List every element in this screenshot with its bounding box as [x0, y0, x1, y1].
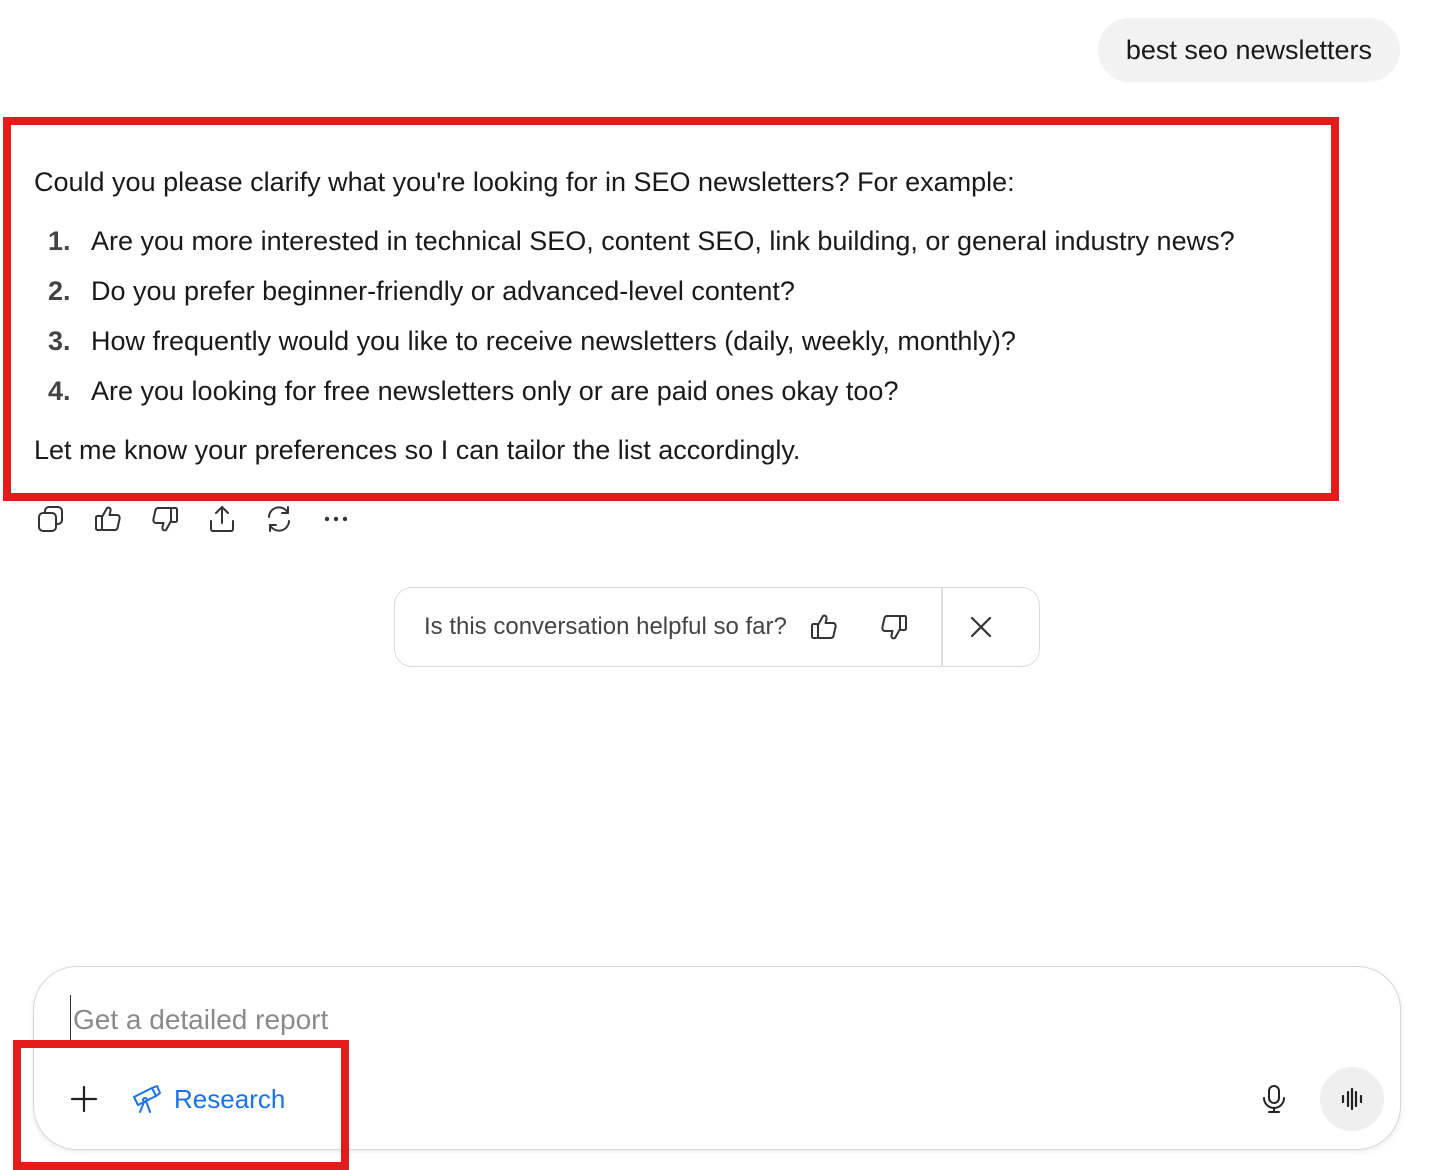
feedback-thumbs-down-button[interactable]	[874, 607, 914, 647]
thumbs-up-button[interactable]	[91, 502, 125, 536]
answer-intro: Could you please clarify what you're loo…	[34, 167, 1015, 197]
copy-button[interactable]	[34, 502, 68, 536]
close-icon	[970, 616, 991, 638]
more-options-button[interactable]	[319, 502, 353, 536]
feedback-question: Is this conversation helpful so far?	[424, 613, 787, 640]
list-item-number: 2.	[48, 276, 71, 306]
share-icon	[210, 506, 234, 532]
microphone-icon	[1263, 1085, 1285, 1113]
list-item: 4. Are you looking for free newsletters …	[34, 366, 1324, 416]
regenerate-icon	[268, 506, 290, 532]
list-item-number: 4.	[48, 376, 71, 406]
thumbs-down-button[interactable]	[148, 502, 182, 536]
list-item: 3. How frequently would you like to rece…	[34, 316, 1324, 366]
user-message-text: best seo newsletters	[1125, 35, 1372, 65]
question-list: 1. Are you more interested in technical …	[34, 216, 1324, 416]
list-item-text: Are you more interested in technical SEO…	[91, 226, 1235, 256]
message-input[interactable]	[70, 995, 1275, 1045]
list-item-number: 3.	[48, 326, 71, 356]
answer-outro: Let me know your preferences so I can ta…	[34, 435, 801, 465]
list-item-text: Are you looking for free newsletters onl…	[91, 376, 899, 406]
message-action-bar	[34, 502, 353, 536]
feedback-divider	[941, 587, 943, 667]
copy-icon	[38, 506, 63, 532]
assistant-answer: Could you please clarify what you're loo…	[34, 160, 1324, 472]
thumbs-up-icon	[811, 614, 837, 639]
regenerate-button[interactable]	[262, 502, 296, 536]
audio-waveform-icon	[1341, 1087, 1363, 1111]
list-item-text: How frequently would you like to receive…	[91, 326, 1016, 356]
feedback-close-button[interactable]	[961, 607, 1001, 647]
thumbs-down-icon	[881, 615, 907, 640]
feedback-prompt: Is this conversation helpful so far?	[394, 587, 1040, 667]
list-item: 2. Do you prefer beginner-friendly or ad…	[34, 266, 1324, 316]
share-button[interactable]	[205, 502, 239, 536]
annotation-highlight-research	[13, 1040, 349, 1170]
list-item-text: Do you prefer beginner-friendly or advan…	[91, 276, 795, 306]
list-item: 1. Are you more interested in technical …	[34, 216, 1324, 266]
thumbs-up-icon	[95, 506, 121, 531]
feedback-thumbs-up-button[interactable]	[804, 607, 844, 647]
thumbs-down-icon	[152, 507, 178, 532]
voice-mode-button[interactable]	[1320, 1067, 1384, 1131]
microphone-button[interactable]	[1254, 1079, 1294, 1119]
list-item-number: 1.	[48, 226, 71, 256]
more-icon	[324, 516, 348, 522]
user-message-bubble: best seo newsletters	[1097, 18, 1400, 82]
